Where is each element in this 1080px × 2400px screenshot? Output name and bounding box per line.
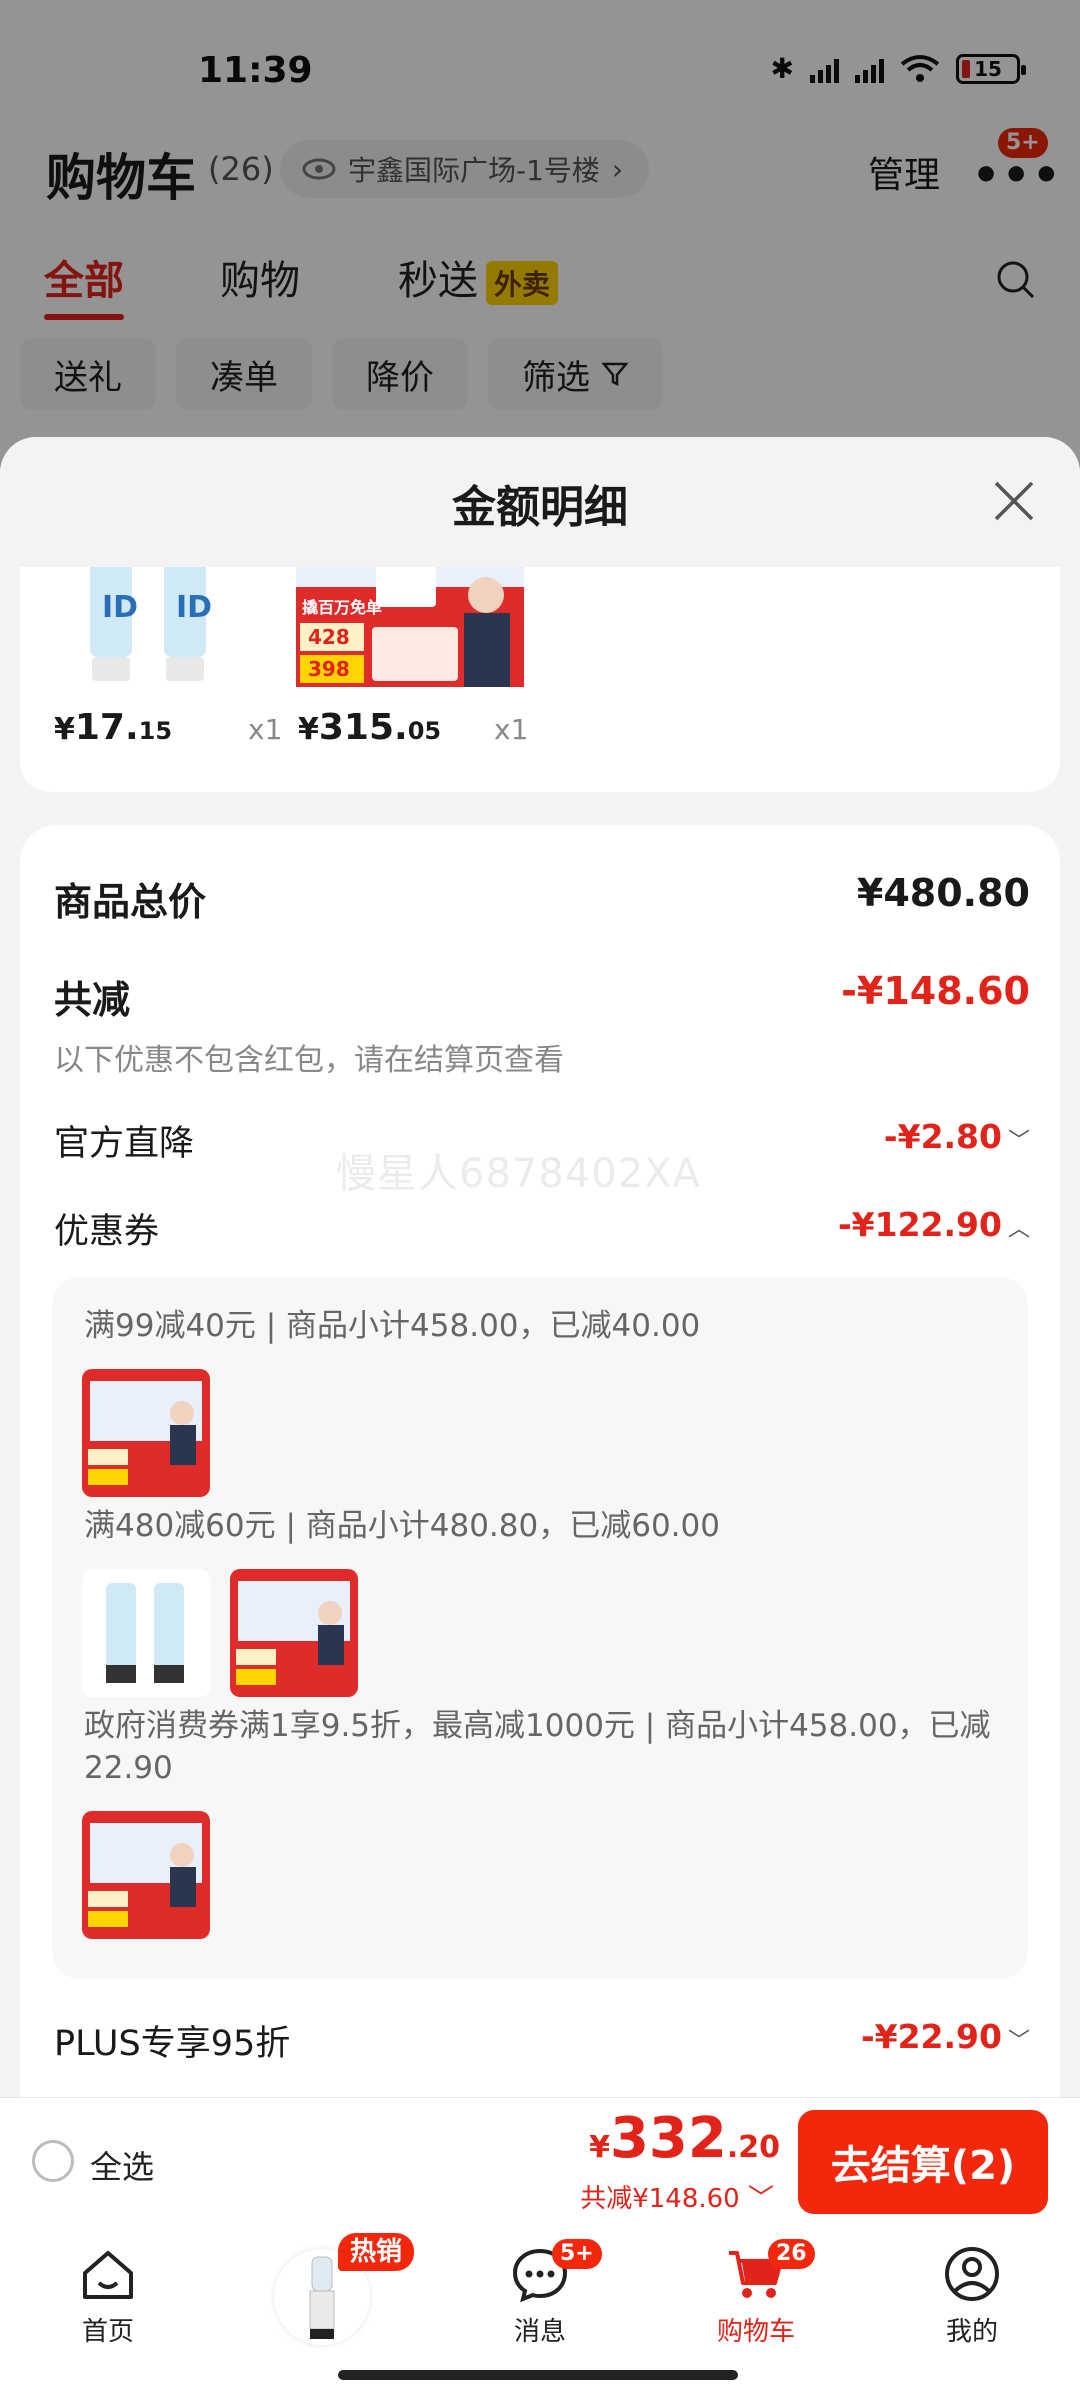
total-price: ¥332.20 <box>589 2106 780 2171</box>
tab-home[interactable]: 首页 <box>38 2243 178 2348</box>
user-icon <box>945 2247 999 2301</box>
amount-detail-sheet: 金额明细 ID ID ¥17.15 x1 撬百万免单 428 398 ¥315.… <box>0 437 1080 2097</box>
coupon-product-thumb <box>82 1811 210 1939</box>
svg-text:398: 398 <box>308 657 350 681</box>
coupon-line: 满99减40元 | 商品小计458.00，已减40.00 <box>84 1308 701 1344</box>
hot-sale-tag: 热销 <box>338 2233 415 2271</box>
plus-discount-label: PLUS专享95折 <box>54 2024 291 2064</box>
coupon-detail-box: 满99减40元 | 商品小计458.00，已减40.00 满480减60元 | … <box>52 1277 1028 1979</box>
chevron-down-icon: ﹀ <box>747 2184 774 2214</box>
sheet-title: 金额明细 <box>452 482 628 533</box>
checkout-button[interactable]: 去结算(2) <box>798 2110 1048 2214</box>
total-price-value: ¥480.80 <box>856 871 1030 915</box>
total-discount-label: 共减 <box>54 978 131 1022</box>
home-indicator[interactable] <box>338 2370 738 2380</box>
tab-messages[interactable]: 消息 5+ <box>470 2239 610 2348</box>
product-price: ¥315.05 <box>298 707 442 748</box>
tab-cart[interactable]: 购物车 26 <box>686 2239 826 2348</box>
product-qty: x1 <box>248 713 283 746</box>
product-price: ¥17.15 <box>54 707 173 748</box>
messages-badge: 5+ <box>552 2239 602 2269</box>
total-price-label: 商品总价 <box>54 880 207 924</box>
chevron-up-icon: ︿ <box>1007 1216 1030 1242</box>
product-qty: x1 <box>494 713 529 746</box>
tab-mine[interactable]: 我的 <box>902 2243 1042 2348</box>
sheet-header: 金额明细 <box>0 437 1080 567</box>
official-discount-label: 官方直降 <box>54 1124 195 1164</box>
coupon-label: 优惠券 <box>54 1212 160 1252</box>
discount-summary[interactable]: 共减¥148.60 ﹀ <box>580 2178 774 2215</box>
svg-text:撬百万免单: 撬百万免单 <box>302 598 382 617</box>
cart-badge: 26 <box>768 2239 815 2269</box>
product-strip: ID ID ¥17.15 x1 撬百万免单 428 398 ¥315.05 x1 <box>20 567 1060 792</box>
plus-discount-value[interactable]: -¥22.90 ﹀ <box>861 2017 1030 2056</box>
chevron-down-icon: ﹀ <box>1007 1128 1030 1154</box>
coupon-line: 满480减60元 | 商品小计480.80，已减60.00 <box>84 1508 720 1544</box>
svg-text:ID: ID <box>176 590 212 625</box>
watermark: 慢星人6878402XA <box>336 1151 701 1197</box>
toothpaste-image: ID ID <box>90 567 212 681</box>
home-icon <box>83 2251 133 2299</box>
checkout-bar: 全选 ¥332.20 共减¥148.60 ﹀ 去结算(2) <box>0 2097 1080 2225</box>
official-discount-value[interactable]: -¥2.80 ﹀ <box>884 1117 1030 1156</box>
chevron-down-icon: ﹀ <box>1007 2028 1030 2054</box>
discount-note: 以下优惠不包含红包，请在结算页查看 <box>54 1043 564 1078</box>
select-all-label[interactable]: 全选 <box>90 2142 154 2188</box>
product-promo-image: 撬百万免单 428 398 <box>296 567 524 687</box>
select-all-checkbox[interactable] <box>32 2140 74 2182</box>
coupon-product-thumb <box>82 1569 210 1697</box>
price-breakdown-card: 商品总价 ¥480.80 共减 -¥148.60 以下优惠不包含红包，请在结算页… <box>20 825 1060 2097</box>
coupon-product-thumb <box>230 1569 358 1697</box>
close-icon[interactable] <box>990 477 1038 525</box>
coupon-product-thumb <box>82 1369 210 1497</box>
svg-text:428: 428 <box>308 625 350 649</box>
total-discount-value: -¥148.60 <box>841 969 1030 1013</box>
coupon-value[interactable]: -¥122.90 ︿ <box>838 1205 1030 1244</box>
coupon-line: 政府消费券满1享9.5折，最高减1000元 | 商品小计458.00，已减22.… <box>84 1708 991 1786</box>
svg-text:ID: ID <box>102 590 138 625</box>
